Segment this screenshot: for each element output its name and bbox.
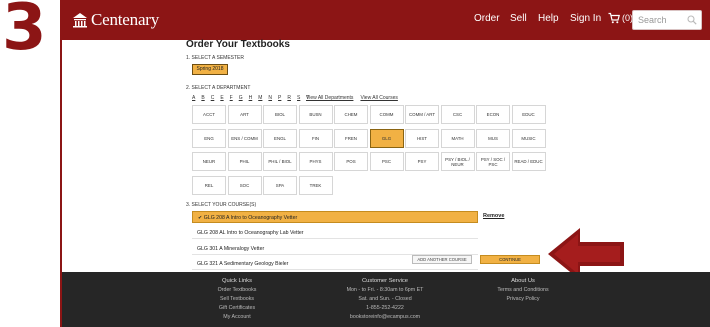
- department-button[interactable]: ENS / COMM: [227, 128, 262, 148]
- footer-phone[interactable]: 1-855-252-4222: [330, 304, 440, 313]
- department-button[interactable]: PSY / SOC / PSC: [476, 152, 510, 171]
- footer-link[interactable]: Gift Certificates: [192, 304, 282, 313]
- department-button[interactable]: PHIL: [227, 152, 262, 171]
- page-title: Order Your Textbooks: [186, 39, 290, 50]
- department-button[interactable]: EDUC: [511, 105, 546, 124]
- department-grid: ACCT ART BIOL BUSN CHEM COMM COMM / ART CSC ECON…: [192, 105, 546, 197]
- department-button[interactable]: GLG: [369, 128, 404, 148]
- footer-quick-links: Quick Links Order Textbooks Sell Textboo…: [192, 277, 282, 322]
- department-button[interactable]: PHYS: [298, 152, 333, 171]
- logo-text: Centenary: [91, 10, 160, 29]
- department-button[interactable]: POS: [334, 152, 368, 171]
- search-placeholder: Search: [638, 15, 667, 25]
- alphabet-letter[interactable]: A: [192, 95, 195, 101]
- semester-button[interactable]: Spring 2018: [192, 64, 228, 75]
- footer-link[interactable]: Order Textbooks: [192, 286, 282, 295]
- site-logo[interactable]: Centenary: [72, 10, 160, 29]
- alphabet-letter[interactable]: N: [268, 95, 272, 101]
- footer-heading: About Us: [511, 278, 535, 284]
- department-label: 2. SELECT A DEPARTMENT: [186, 85, 251, 91]
- footer-text: Mon - to Fri. - 8:30am to 6pm ET: [346, 287, 424, 293]
- remove-link[interactable]: Remove: [483, 213, 504, 219]
- department-button[interactable]: REL: [192, 175, 226, 195]
- department-button[interactable]: PHIL / BIOL: [263, 152, 297, 171]
- footer-link[interactable]: Sell Textbooks: [192, 295, 282, 304]
- department-button[interactable]: BIOL: [263, 105, 297, 124]
- alphabet-letter[interactable]: S: [297, 95, 300, 101]
- footer-link[interactable]: My Account: [192, 313, 282, 322]
- department-button[interactable]: HIST: [405, 128, 439, 148]
- department-button[interactable]: MUS: [476, 128, 510, 148]
- department-button[interactable]: TREK: [298, 175, 333, 195]
- cart-button[interactable]: (0): [608, 12, 633, 24]
- footer-heading: Quick Links: [222, 278, 252, 284]
- alphabet-letter[interactable]: R: [287, 95, 291, 101]
- semester-label: 1. SELECT A SEMESTER: [186, 55, 244, 61]
- department-button[interactable]: PSC: [369, 152, 404, 171]
- department-button[interactable]: COMM / ART: [405, 105, 439, 124]
- department-button[interactable]: MATH: [440, 128, 475, 148]
- department-button[interactable]: ENGL: [263, 128, 297, 148]
- course-item-selected[interactable]: ✔ GLG 208 A Intro to Oceanography Vetter: [192, 211, 478, 223]
- department-button[interactable]: BUSN: [298, 105, 333, 124]
- department-button[interactable]: FREN: [334, 128, 368, 148]
- department-button[interactable]: ART: [227, 105, 262, 124]
- department-button[interactable]: MUSIC: [511, 128, 546, 148]
- alphabet-letter[interactable]: H: [249, 95, 253, 101]
- nav-sell[interactable]: Sell: [510, 13, 527, 24]
- department-button[interactable]: FIN: [298, 128, 333, 148]
- step-number: 3: [2, 0, 47, 65]
- nav-help[interactable]: Help: [538, 13, 559, 24]
- alphabet-letter[interactable]: C: [211, 95, 215, 101]
- department-button[interactable]: PSY / BIOL / NEUR: [440, 152, 475, 171]
- add-another-course-button[interactable]: ADD ANOTHER COURSE: [412, 255, 472, 264]
- footer-link[interactable]: Privacy Policy: [482, 295, 564, 304]
- course-item[interactable]: GLG 208 AL Intro to Oceanography Lab Vet…: [192, 227, 478, 239]
- footer-about-us: About Us Terms and Conditions Privacy Po…: [482, 277, 564, 304]
- building-icon: [73, 13, 87, 28]
- search-icon[interactable]: [687, 15, 697, 25]
- department-button[interactable]: CSC: [440, 105, 475, 124]
- site-footer: Quick Links Order Textbooks Sell Textboo…: [62, 272, 710, 327]
- alphabet-letter[interactable]: B: [201, 95, 204, 101]
- footer-heading: Customer Service: [361, 278, 409, 284]
- course-item[interactable]: GLG 301 A Mineralogy Vetter: [192, 243, 478, 255]
- view-all-departments-link[interactable]: View All Departments: [306, 95, 353, 101]
- top-navbar: Centenary Order Sell Help Sign In (0) Se…: [62, 0, 710, 40]
- alphabet-letter[interactable]: P: [278, 95, 281, 101]
- department-button[interactable]: SOC: [227, 175, 262, 195]
- footer-email[interactable]: bookstoreinfo@ecampus.com: [330, 313, 440, 322]
- department-button[interactable]: SPA: [263, 175, 297, 195]
- department-button[interactable]: ENG: [192, 128, 226, 148]
- view-all-links: View All Departments View All Courses: [306, 95, 398, 101]
- alphabet-letter[interactable]: M: [258, 95, 262, 101]
- department-button[interactable]: ACCT: [192, 105, 226, 124]
- footer-link[interactable]: Terms and Conditions: [482, 286, 564, 295]
- footer-text: Sat. and Sun. - Closed: [358, 296, 412, 302]
- search-input[interactable]: Search: [632, 10, 702, 30]
- department-button[interactable]: NEUR: [192, 152, 226, 171]
- nav-sign-in[interactable]: Sign In: [570, 13, 601, 24]
- alphabet-letter[interactable]: E: [220, 95, 223, 101]
- department-button[interactable]: COMM: [369, 105, 404, 124]
- cart-icon: [608, 12, 620, 24]
- view-all-courses-link[interactable]: View All Courses: [360, 95, 397, 101]
- department-button[interactable]: CHEM: [334, 105, 368, 124]
- continue-button[interactable]: CONTINUE: [480, 255, 540, 264]
- alphabet-letter[interactable]: G: [239, 95, 243, 101]
- department-button[interactable]: READ / EDUC: [511, 152, 546, 171]
- alphabet-filter: ABCEFGHMNPRST: [192, 95, 309, 101]
- course-label: 3. SELECT YOUR COURSE(S): [186, 202, 257, 208]
- department-button[interactable]: ECON: [476, 105, 510, 124]
- department-button[interactable]: PSY: [405, 152, 439, 171]
- nav-order[interactable]: Order: [474, 13, 500, 24]
- step-gutter: 3: [0, 0, 60, 327]
- footer-customer-service: Customer Service Mon - to Fri. - 8:30am …: [330, 277, 440, 322]
- alphabet-letter[interactable]: F: [230, 95, 233, 101]
